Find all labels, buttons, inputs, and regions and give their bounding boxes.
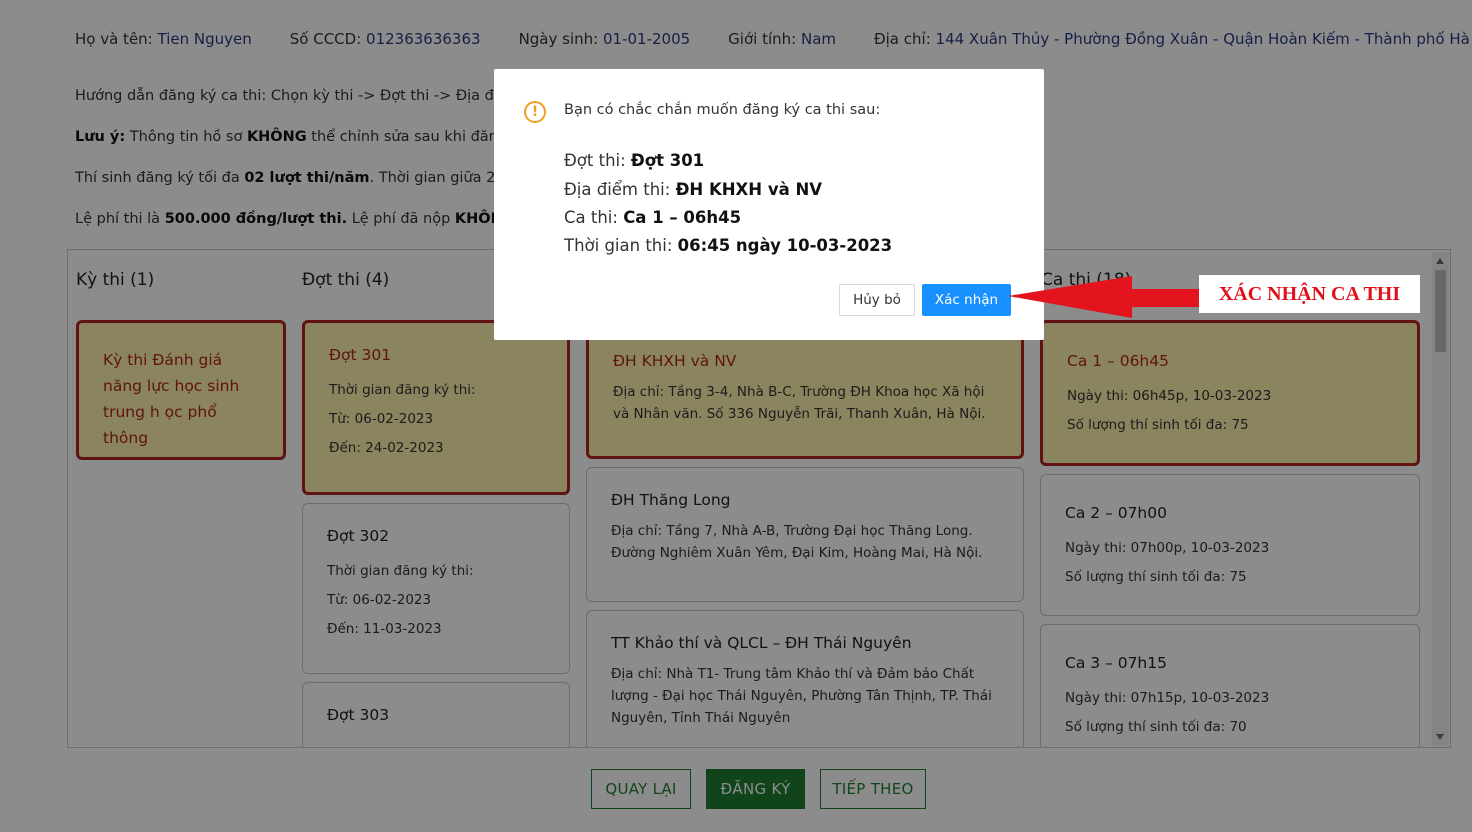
annotation-arrow-shape: [1008, 276, 1204, 318]
confirm-question: Bạn có chắc chắn muốn đăng ký ca thi sau…: [564, 102, 881, 118]
cancel-button[interactable]: Hủy bỏ: [839, 284, 915, 316]
confirm-button[interactable]: Xác nhận: [922, 284, 1011, 316]
confirm-dialog: ! Bạn có chắc chắn muốn đăng ký ca thi s…: [494, 69, 1044, 340]
detail-session: Ca thi: Ca 1 – 06h45: [564, 208, 742, 227]
annotation-arrow-icon: [1008, 276, 1204, 318]
warning-icon: !: [524, 101, 546, 123]
detail-location: Địa điểm thi: ĐH KHXH và NV: [564, 180, 823, 199]
detail-time: Thời gian thi: 06:45 ngày 10-03-2023: [564, 236, 893, 255]
annotation-label: XÁC NHẬN CA THI: [1199, 275, 1420, 313]
detail-round: Đợt thi: Đợt 301: [564, 151, 705, 170]
